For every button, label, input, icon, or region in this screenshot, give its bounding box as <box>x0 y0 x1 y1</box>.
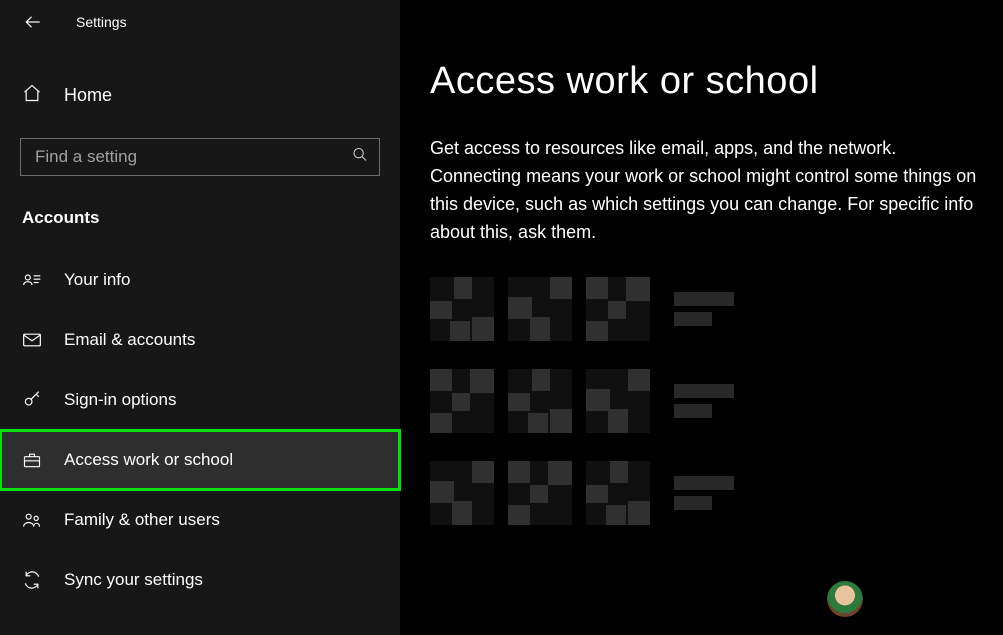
sync-icon <box>22 570 42 590</box>
home-label: Home <box>64 85 112 106</box>
redacted-icon <box>586 277 650 341</box>
redacted-icon <box>586 461 650 525</box>
home-button[interactable]: Home <box>0 70 400 120</box>
home-icon <box>22 83 42 108</box>
page-description: Get access to resources like email, apps… <box>430 135 980 247</box>
back-arrow-icon[interactable] <box>24 13 42 31</box>
content-area: Access work or school Get access to reso… <box>400 0 1003 635</box>
nav-item-access-work-or-school[interactable]: Access work or school <box>0 430 400 490</box>
titlebar: Settings <box>0 0 400 44</box>
window-title: Settings <box>76 14 127 30</box>
nav-item-label: Sync your settings <box>64 570 203 590</box>
redacted-account-item[interactable] <box>430 461 985 525</box>
person-card-icon <box>22 270 42 290</box>
nav-item-email-accounts[interactable]: Email & accounts <box>0 310 400 370</box>
briefcase-icon <box>22 450 42 470</box>
redacted-label <box>674 292 734 326</box>
redacted-icon <box>508 369 572 433</box>
mail-icon <box>22 330 42 350</box>
nav-item-label: Your info <box>64 270 130 290</box>
search-input[interactable] <box>20 138 380 176</box>
redacted-label <box>674 384 734 418</box>
search-box[interactable] <box>20 138 380 176</box>
redacted-icon <box>430 277 494 341</box>
nav-item-sync-settings[interactable]: Sync your settings <box>0 550 400 610</box>
redacted-label <box>674 476 734 510</box>
watermark-avatar-icon <box>827 581 863 617</box>
redacted-icon <box>430 369 494 433</box>
redacted-icon <box>508 461 572 525</box>
nav-list: Your info Email & accounts Sign-in optio… <box>0 250 400 610</box>
sidebar: Settings Home Accounts <box>0 0 400 635</box>
redacted-account-item[interactable] <box>430 277 985 341</box>
nav-item-label: Email & accounts <box>64 330 195 350</box>
redacted-account-item[interactable] <box>430 369 985 433</box>
nav-item-your-info[interactable]: Your info <box>0 250 400 310</box>
redacted-accounts-area <box>430 277 985 525</box>
section-label: Accounts <box>22 208 400 228</box>
nav-item-label: Access work or school <box>64 450 233 470</box>
redacted-icon <box>508 277 572 341</box>
nav-item-label: Family & other users <box>64 510 220 530</box>
redacted-icon <box>586 369 650 433</box>
nav-item-label: Sign-in options <box>64 390 176 410</box>
key-icon <box>22 390 42 410</box>
page-title: Access work or school <box>430 60 985 103</box>
people-icon <box>22 510 42 530</box>
nav-item-family-other-users[interactable]: Family & other users <box>0 490 400 550</box>
redacted-icon <box>430 461 494 525</box>
nav-item-sign-in-options[interactable]: Sign-in options <box>0 370 400 430</box>
